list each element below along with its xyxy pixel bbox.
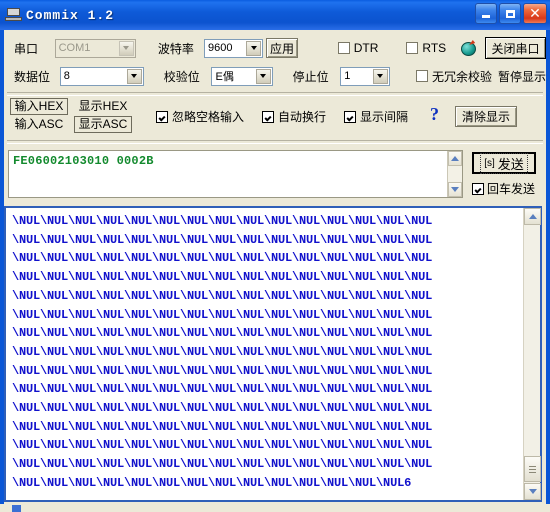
input-hex-option[interactable]: 输入HEX (10, 98, 68, 115)
enter-send-label: 回车发送 (487, 182, 536, 196)
receive-text: \NUL\NUL\NUL\NUL\NUL\NUL\NUL\NUL\NUL\NUL… (12, 214, 433, 490)
close-button[interactable]: ✕ (523, 3, 547, 24)
send-input-wrapper[interactable]: FE06002103010 0002B (8, 150, 463, 198)
input-asc-option[interactable]: 输入ASC (10, 116, 68, 133)
auto-wrap-checkbox-box (262, 110, 275, 123)
status-bar (0, 504, 550, 512)
app-window: Commix 1.2 ✕ 串口 COM1 波特率 9600 应用 DTR RTS… (0, 0, 550, 512)
port-select[interactable]: COM1 (54, 38, 136, 58)
status-icon (12, 505, 21, 512)
send-shortcut-icon: [s] (484, 157, 495, 169)
rts-checkbox[interactable]: RTS (406, 41, 446, 55)
databits-label: 数据位 (14, 69, 51, 84)
window-title: Commix 1.2 (26, 7, 115, 23)
chevron-down-icon (126, 68, 142, 84)
minimize-button[interactable] (475, 3, 497, 24)
dtr-label: DTR (353, 41, 379, 55)
help-icon[interactable]: ? (430, 104, 439, 125)
auto-wrap-label: 自动换行 (278, 110, 327, 124)
close-icon: ✕ (529, 5, 541, 22)
no-redundancy-checkbox[interactable]: 无冗余校验 (415, 68, 492, 85)
ignore-space-checkbox[interactable]: 忽略空格输入 (156, 108, 244, 125)
parity-label: 校验位 (163, 69, 200, 84)
receive-scroll-thumb[interactable] (524, 456, 541, 482)
clear-display-button[interactable]: 清除显示 (455, 106, 518, 127)
show-interval-checkbox-box (344, 110, 357, 123)
baud-value: 9600 (208, 42, 233, 54)
chevron-down-icon (118, 40, 134, 56)
divider-1 (7, 92, 543, 96)
baud-select[interactable]: 9600 (204, 38, 264, 58)
no-redundancy-label: 无冗余校验 (431, 69, 492, 84)
receive-scrollbar[interactable] (523, 208, 541, 500)
chevron-down-icon (372, 68, 388, 84)
send-button[interactable]: [s] 发送 (472, 152, 536, 174)
show-hex-option[interactable]: 显示HEX (74, 98, 132, 115)
receive-scroll-down-button[interactable] (524, 483, 541, 500)
pause-display-label[interactable]: 暂停显示 (498, 68, 546, 85)
input-format-toggle[interactable]: 输入HEX 输入ASC (10, 98, 68, 133)
port-value: COM1 (58, 42, 91, 54)
receive-scroll-up-button[interactable] (524, 208, 541, 225)
rts-label: RTS (422, 41, 447, 55)
send-scroll-down-button[interactable] (448, 182, 462, 197)
maximize-button[interactable] (499, 3, 521, 24)
show-interval-checkbox[interactable]: 显示间隔 (344, 108, 408, 125)
no-redundancy-checkbox-box (415, 70, 428, 82)
stopbits-select[interactable]: 1 (340, 66, 390, 86)
stopbits-value: 1 (344, 70, 351, 82)
parity-select[interactable]: E偶 (211, 66, 273, 86)
apply-button[interactable]: 应用 (266, 38, 298, 58)
send-scroll-up-button[interactable] (448, 151, 462, 166)
show-asc-option[interactable]: 显示ASC (74, 116, 132, 133)
display-format-toggle[interactable]: 显示HEX 显示ASC (74, 98, 132, 133)
enter-send-checkbox[interactable]: 回车发送 (472, 180, 550, 197)
databits-value: 8 (63, 70, 70, 82)
port-label: 串口 (14, 41, 39, 56)
stopbits-label: 停止位 (292, 69, 329, 84)
enter-send-checkbox-box (472, 182, 484, 195)
parity-value: E偶 (215, 71, 234, 83)
dtr-checkbox[interactable]: DTR (337, 41, 379, 55)
show-interval-label: 显示间隔 (360, 110, 409, 124)
format-row: 输入HEX 输入ASC 显示HEX 显示ASC 忽略空格输入 自动换行 显示间隔… (4, 98, 546, 138)
settings-row-2: 数据位 8 校验位 E偶 停止位 1 无冗余校验 暂停显示 (4, 64, 546, 88)
title-bar: Commix 1.2 ✕ (0, 0, 550, 30)
globe-icon[interactable] (460, 40, 477, 56)
ignore-space-checkbox-box (156, 110, 168, 123)
close-port-button[interactable]: 关闭串口 (484, 37, 546, 59)
ignore-space-label: 忽略空格输入 (172, 110, 245, 124)
settings-row-1: 串口 COM1 波特率 9600 应用 DTR RTS 关闭串口 (4, 36, 546, 60)
window-buttons: ✕ (475, 3, 547, 24)
baud-label: 波特率 (157, 41, 194, 56)
chevron-down-icon (246, 40, 262, 56)
send-input[interactable]: FE06002103010 0002B (9, 151, 447, 197)
databits-select[interactable]: 8 (59, 66, 144, 86)
rts-checkbox-box (406, 42, 419, 54)
receive-area[interactable]: \NUL\NUL\NUL\NUL\NUL\NUL\NUL\NUL\NUL\NUL… (4, 206, 542, 502)
send-scrollbar[interactable] (447, 151, 462, 197)
auto-wrap-checkbox[interactable]: 自动换行 (262, 108, 326, 125)
dtr-checkbox-box (337, 42, 350, 54)
divider-2 (7, 140, 543, 144)
serial-terminal-icon (5, 7, 23, 23)
chevron-down-icon (255, 68, 271, 84)
send-button-label: 发送 (497, 156, 524, 172)
